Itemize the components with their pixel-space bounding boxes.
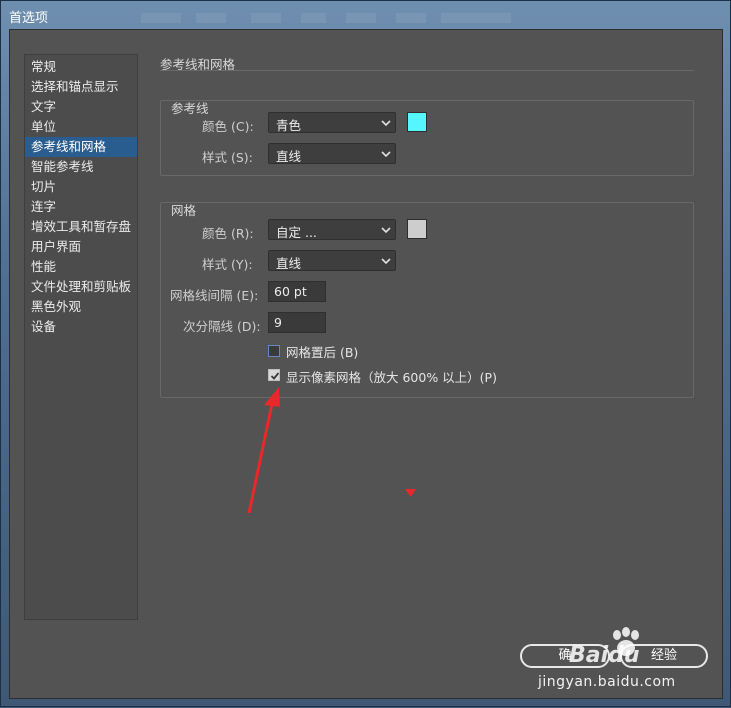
cancel-button-label: 经验 [650,648,677,663]
background-blur [301,13,326,23]
sidebar-item-general[interactable]: 常规 [25,57,137,77]
sidebar-item-plugins-scratch-disks[interactable]: 增效工具和暂存盘 [25,217,137,237]
grid-style-dropdown[interactable]: 直线 [268,250,396,271]
sidebar-item-file-handling-clipboard[interactable]: 文件处理和剪贴板 [25,277,137,297]
sidebar-item-type[interactable]: 文字 [25,97,137,117]
chevron-down-icon [381,258,391,265]
grid-color-value: 自定 ... [276,225,317,240]
chevron-down-icon [381,227,391,234]
grids-in-back-label[interactable]: 网格置后 (B) [286,342,358,361]
guides-style-label: 样式 (S): [202,150,253,165]
background-blur [441,13,511,23]
sidebar-item-devices[interactable]: 设备 [25,317,137,337]
sidebar-item-guides-grid[interactable]: 参考线和网格 [25,137,137,157]
guides-style-value: 直线 [276,149,302,164]
sidebar-item-user-interface[interactable]: 用户界面 [25,237,137,257]
gridline-spacing-field[interactable] [268,281,326,302]
preferences-category-list: 常规 选择和锚点显示 文字 单位 参考线和网格 智能参考线 切片 连字 增效工具… [24,54,138,620]
title-bar[interactable]: 首选项 [1,1,730,29]
sidebar-item-units[interactable]: 单位 [25,117,137,137]
grid-style-label: 样式 (Y): [202,257,253,272]
background-blur [346,13,376,23]
guides-color-dropdown[interactable]: 青色 [268,112,396,133]
subdivisions-field[interactable] [268,312,326,333]
background-blur [251,13,281,23]
grid-group-title: 网格 [171,203,197,218]
background-blur [196,13,226,23]
guides-color-swatch[interactable] [407,112,427,132]
gridline-spacing-input[interactable] [269,282,325,301]
grid-color-swatch[interactable] [407,219,427,239]
baidu-watermark-url: jingyan.baidu.com [538,674,676,690]
grid-style-value: 直线 [276,256,302,271]
chevron-down-icon [381,151,391,158]
gridline-spacing-label: 网格线间隔 (E): [170,288,259,303]
chevron-down-icon [381,120,391,127]
grids-in-back-checkbox[interactable] [268,345,280,357]
subdivisions-input[interactable] [269,313,325,332]
background-blur [396,13,426,23]
dialog-window: 首选项 常规 选择和锚点显示 文字 单位 参考线和网格 智能参考线 切片 连字 … [0,0,731,707]
sidebar-item-hyphenation[interactable]: 连字 [25,197,137,217]
sidebar-item-slices[interactable]: 切片 [25,177,137,197]
guides-color-value: 青色 [276,118,302,133]
subdivisions-label: 次分隔线 (D): [183,319,261,334]
sidebar-item-selection-anchor-display[interactable]: 选择和锚点显示 [25,77,137,97]
grid-color-label: 颜色 (R): [202,226,254,241]
checkmark-icon [270,372,280,380]
grid-color-dropdown[interactable]: 自定 ... [268,219,396,240]
sidebar-item-smart-guides[interactable]: 智能参考线 [25,157,137,177]
guides-style-dropdown[interactable]: 直线 [268,143,396,164]
sidebar-item-appearance-of-black[interactable]: 黑色外观 [25,297,137,317]
background-blur [141,13,181,23]
window-title: 首选项 [9,11,49,26]
guides-group-title: 参考线 [171,101,209,116]
section-divider [160,70,694,71]
show-pixel-grid-checkbox[interactable] [268,369,280,381]
guides-color-label: 颜色 (C): [202,119,254,134]
sidebar-item-performance[interactable]: 性能 [25,257,137,277]
show-pixel-grid-label[interactable]: 显示像素网格（放大 600% 以上）(P) [286,367,497,386]
baidu-watermark-brand: Baidu [569,643,640,668]
dialog-content: 常规 选择和锚点显示 文字 单位 参考线和网格 智能参考线 切片 连字 增效工具… [9,29,723,699]
